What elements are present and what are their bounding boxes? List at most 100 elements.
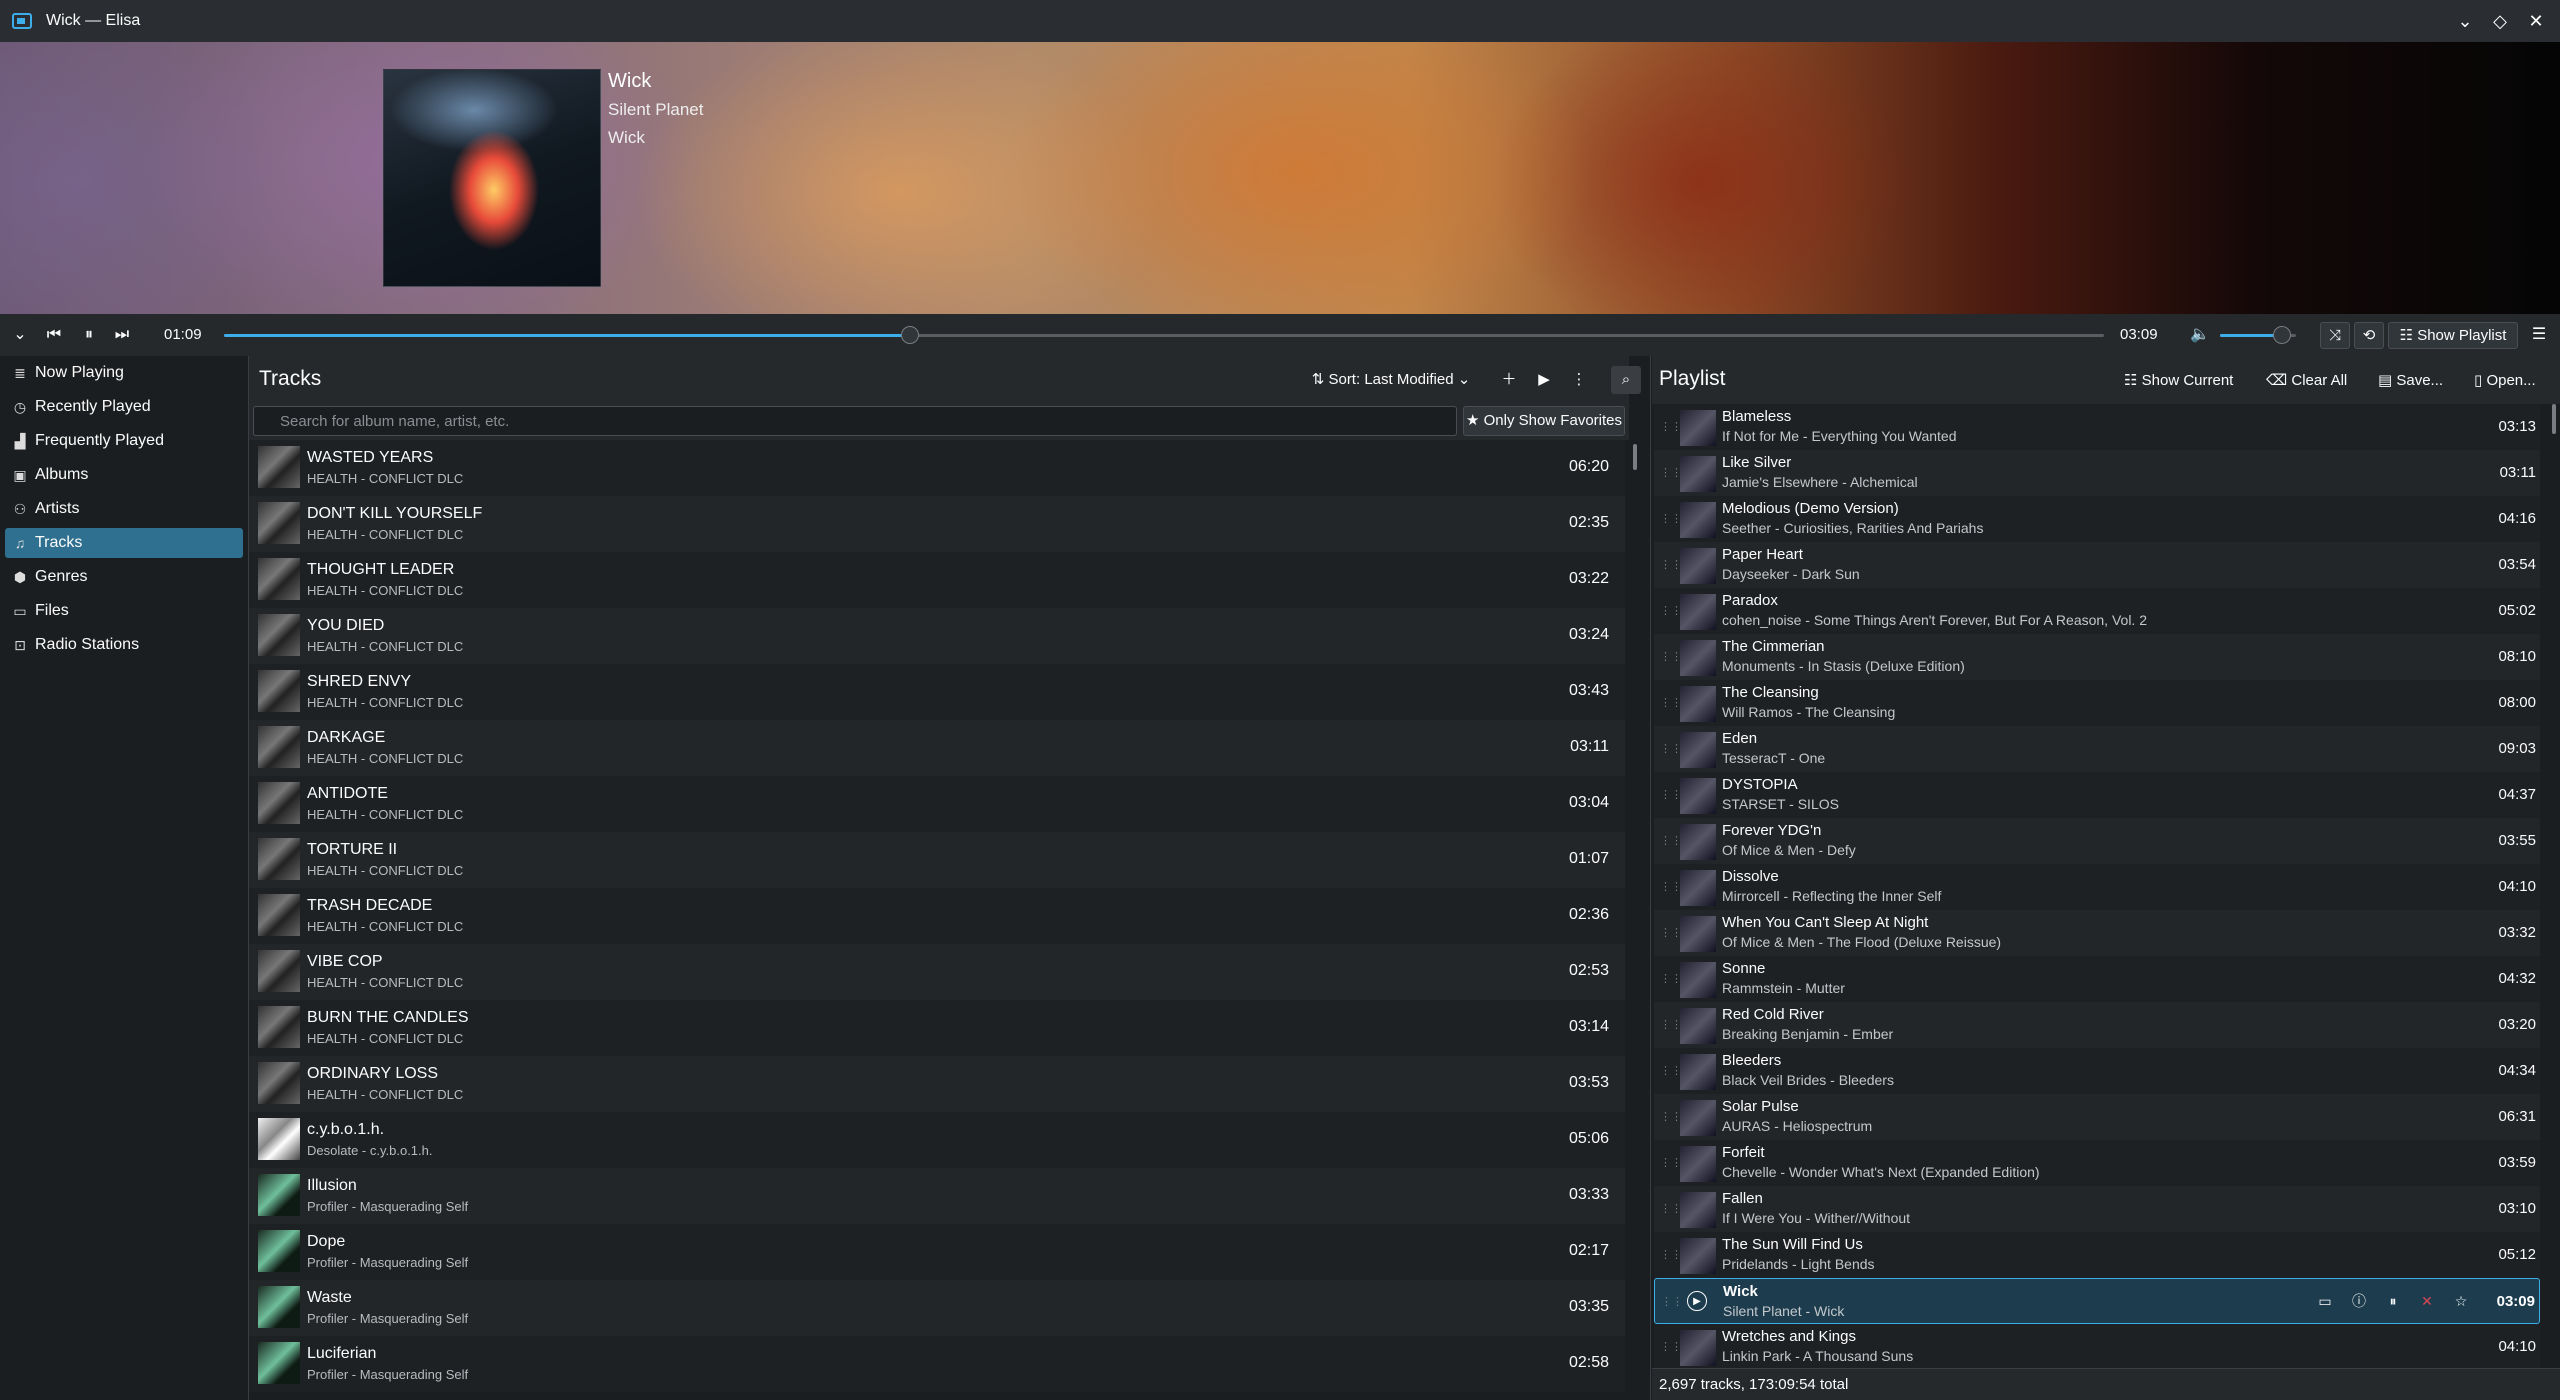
drag-handle-icon[interactable]: ⋮⋮ [1660, 1064, 1682, 1077]
track-row[interactable]: Illusion Profiler - Masquerading Self 03:3… [249, 1168, 1625, 1224]
track-row[interactable]: THOUGHT LEADER HEALTH - CONFLICT DLC 03:22 [249, 552, 1625, 608]
playlist-row[interactable]: ⋮⋮ Like Silver Jamie's Elsewhere - Alchemi… [1654, 450, 2540, 496]
drag-handle-icon[interactable]: ⋮⋮ [1660, 926, 1682, 939]
only-show-favorites-button[interactable]: ★ Only Show Favorites [1463, 406, 1625, 436]
drag-handle-icon[interactable]: ⋮⋮ [1660, 466, 1682, 479]
drag-handle-icon[interactable]: ⋮⋮ [1660, 742, 1682, 755]
drag-handle-icon[interactable]: ⋮⋮ [1660, 696, 1682, 709]
playlist-row[interactable]: ⋮⋮ Solar Pulse AURAS - Heliospectrum 06:31 [1654, 1094, 2540, 1140]
track-row[interactable]: DARKAGE HEALTH - CONFLICT DLC 03:11 [249, 720, 1625, 776]
clear-all-button[interactable]: ⌫ Clear All [2266, 368, 2347, 394]
pause-icon[interactable]: ⏸ [77, 323, 101, 347]
sidebar-item-recently-played[interactable]: ◷ Recently Played [5, 392, 243, 422]
sidebar-item-albums[interactable]: ▣ Albums [5, 460, 243, 490]
playlist-row[interactable]: ⋮⋮ Paper Heart Dayseeker - Dark Sun 03:54 [1654, 542, 2540, 588]
track-row[interactable]: TRASH DECADE HEALTH - CONFLICT DLC 02:36 [249, 888, 1625, 944]
volume-icon[interactable]: 🔈 [2188, 323, 2212, 347]
playlist-row[interactable]: ⋮⋮ DYSTOPIA STARSET - SILOS 04:37 [1654, 772, 2540, 818]
hamburger-menu-icon[interactable]: ☰ [2527, 323, 2551, 347]
next-track-icon[interactable]: ⏭ [110, 323, 134, 347]
playlist-row[interactable]: ⋮⋮ Fallen If I Were You - Wither//Without 0… [1654, 1186, 2540, 1232]
previous-track-icon[interactable]: ⏮ [42, 323, 66, 347]
repeat-button[interactable]: ⟲ [2354, 322, 2384, 349]
now-playing-artist[interactable]: Silent Planet [608, 100, 703, 120]
open-playlist-button[interactable]: ▯ Open... [2474, 368, 2536, 394]
track-row[interactable]: YOU DIED HEALTH - CONFLICT DLC 03:24 [249, 608, 1625, 664]
playlist-row[interactable]: ⋮⋮ Forever YDG'n Of Mice & Men - Defy 03:55 [1654, 818, 2540, 864]
close-icon[interactable]: ✕ [2525, 10, 2547, 32]
drag-handle-icon[interactable]: ⋮⋮ [1660, 512, 1682, 525]
sidebar-item-now-playing[interactable]: ≣ Now Playing [5, 358, 243, 388]
track-row[interactable]: Luciferian Profiler - Masquerading Self 02… [249, 1336, 1625, 1392]
collapse-header-icon[interactable]: ⌄ [8, 323, 32, 347]
drag-handle-icon[interactable]: ⋮⋮ [1660, 788, 1682, 801]
track-row[interactable]: SHRED ENVY HEALTH - CONFLICT DLC 03:43 [249, 664, 1625, 720]
save-playlist-button[interactable]: ▤ Save... [2378, 368, 2443, 394]
info-icon[interactable]: ⓘ [2349, 1291, 2369, 1311]
track-row[interactable]: ORDINARY LOSS HEALTH - CONFLICT DLC 03:53 [249, 1056, 1625, 1112]
show-playlist-button[interactable]: ☷ Show Playlist [2388, 322, 2518, 349]
playlist-row[interactable]: ⋮⋮ When You Can't Sleep At Night Of Mice &… [1654, 910, 2540, 956]
playlist-row[interactable]: ⋮⋮ Forfeit Chevelle - Wonder What's Next (… [1654, 1140, 2540, 1186]
playlist-row[interactable]: ⋮⋮ The Cleansing Will Ramos - The Cleansin… [1654, 680, 2540, 726]
drag-handle-icon[interactable]: ⋮⋮ [1660, 1156, 1682, 1169]
remove-icon[interactable]: ✕ [2417, 1291, 2437, 1311]
playlist-row[interactable]: ⋮⋮ Sonne Rammstein - Mutter 04:32 [1654, 956, 2540, 1002]
sidebar-item-genres[interactable]: ⬢ Genres [5, 562, 243, 592]
drag-handle-icon[interactable]: ⋮⋮ [1661, 1295, 1683, 1308]
playlist-row[interactable]: ⋮⋮ The Cimmerian Monuments - In Stasis (De… [1654, 634, 2540, 680]
add-to-playlist-icon[interactable]: ＋ [1495, 366, 1523, 394]
drag-handle-icon[interactable]: ⋮⋮ [1660, 1202, 1682, 1215]
sidebar-item-tracks[interactable]: ♫ Tracks [5, 528, 243, 558]
album-cover[interactable] [383, 69, 601, 287]
track-row[interactable]: BURN THE CANDLES HEALTH - CONFLICT DLC 03:… [249, 1000, 1625, 1056]
playlist-row[interactable]: ⋮⋮ The Sun Will Find Us Pridelands - Light… [1654, 1232, 2540, 1278]
track-row[interactable]: Dope Profiler - Masquerading Self 02:17 [249, 1224, 1625, 1280]
play-icon[interactable]: ▶ [1530, 366, 1558, 394]
sidebar-item-artists[interactable]: ⚇ Artists [5, 494, 243, 524]
now-playing-title[interactable]: Wick [608, 70, 651, 93]
playlist-row[interactable]: ⋮⋮ Blameless If Not for Me - Everything Yo… [1654, 404, 2540, 450]
pause-icon[interactable]: ⏸ [2383, 1291, 2403, 1311]
sidebar-item-files[interactable]: ▭ Files [5, 596, 243, 626]
playlist-row[interactable]: ⋮⋮ Melodious (Demo Version) Seether - Curi… [1654, 496, 2540, 542]
playlist-row[interactable]: ⋮⋮ Dissolve Mirrorcell - Reflecting the In… [1654, 864, 2540, 910]
volume-slider-handle[interactable] [2273, 326, 2292, 344]
shuffle-button[interactable]: ⤨ [2320, 322, 2350, 349]
playlist-row[interactable]: ⋮⋮ Paradox cohen_noise - Some Things Aren'… [1654, 588, 2540, 634]
drag-handle-icon[interactable]: ⋮⋮ [1660, 420, 1682, 433]
drag-handle-icon[interactable]: ⋮⋮ [1660, 972, 1682, 985]
drag-handle-icon[interactable]: ⋮⋮ [1660, 880, 1682, 893]
sidebar-item-radio-stations[interactable]: ⊡ Radio Stations [5, 630, 243, 660]
maximize-icon[interactable]: ◇ [2489, 10, 2511, 32]
drag-handle-icon[interactable]: ⋮⋮ [1660, 1248, 1682, 1261]
drag-handle-icon[interactable]: ⋮⋮ [1660, 558, 1682, 571]
tracks-scrollbar[interactable] [1633, 444, 1637, 470]
playlist-row-current[interactable]: ⋮⋮ ▶ Wick Silent Planet - Wick ▭ ⓘ ⏸ ✕ ☆… [1654, 1278, 2540, 1324]
playlist-row[interactable]: ⋮⋮ Wretches and Kings Linkin Park - A Thou… [1654, 1324, 2540, 1368]
minimize-icon[interactable]: ⌄ [2454, 10, 2476, 32]
sort-dropdown[interactable]: ⇅ Sort: Last Modified ⌄ [1299, 366, 1483, 394]
open-folder-icon[interactable]: ▭ [2315, 1291, 2335, 1311]
favorite-star-icon[interactable]: ☆ [2451, 1291, 2471, 1311]
seek-slider-handle[interactable] [901, 326, 920, 344]
drag-handle-icon[interactable]: ⋮⋮ [1660, 834, 1682, 847]
drag-handle-icon[interactable]: ⋮⋮ [1660, 604, 1682, 617]
drag-handle-icon[interactable]: ⋮⋮ [1660, 650, 1682, 663]
show-current-button[interactable]: ☷ Show Current [2124, 368, 2233, 394]
playlist-row[interactable]: ⋮⋮ Red Cold River Breaking Benjamin - Embe… [1654, 1002, 2540, 1048]
track-row[interactable]: TORTURE II HEALTH - CONFLICT DLC 01:07 [249, 832, 1625, 888]
playlist-row[interactable]: ⋮⋮ Eden TesseracT - One 09:03 [1654, 726, 2540, 772]
drag-handle-icon[interactable]: ⋮⋮ [1660, 1018, 1682, 1031]
search-input[interactable] [253, 406, 1457, 436]
enqueue-icon[interactable]: ⋮ [1565, 366, 1593, 394]
drag-handle-icon[interactable]: ⋮⋮ [1660, 1110, 1682, 1123]
track-row[interactable]: c.y.b.o.1.h. Desolate - c.y.b.o.1.h. 05:06 [249, 1112, 1625, 1168]
now-playing-album[interactable]: Wick [608, 128, 645, 148]
track-row[interactable]: DON'T KILL YOURSELF HEALTH - CONFLICT DLC… [249, 496, 1625, 552]
search-toggle-icon[interactable]: ⌕ [1611, 366, 1641, 394]
track-row[interactable]: VIBE COP HEALTH - CONFLICT DLC 02:53 [249, 944, 1625, 1000]
playlist-scrollbar[interactable] [2552, 404, 2556, 434]
playlist-row[interactable]: ⋮⋮ Bleeders Black Veil Brides - Bleeders 04… [1654, 1048, 2540, 1094]
sidebar-item-frequently-played[interactable]: ▟ Frequently Played [5, 426, 243, 456]
